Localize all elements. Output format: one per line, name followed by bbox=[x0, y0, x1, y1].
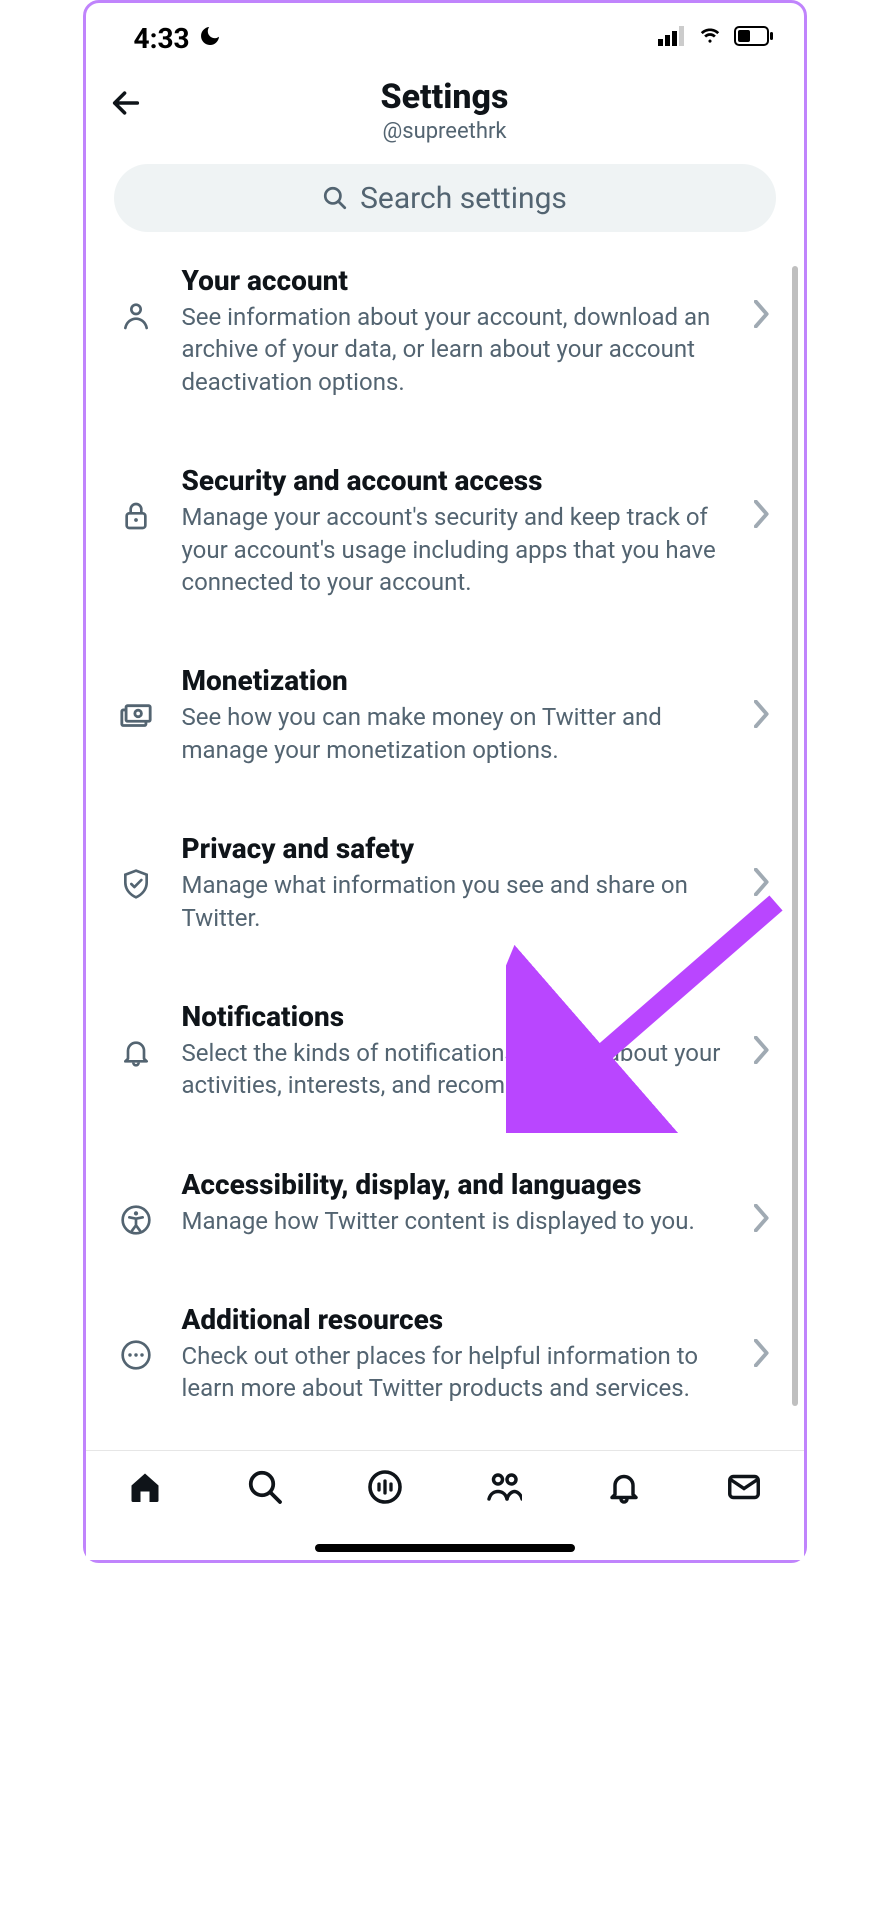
chevron-right-icon bbox=[754, 264, 776, 328]
settings-item-security[interactable]: Security and account access Manage your … bbox=[86, 448, 804, 648]
item-desc: Manage your account's security and keep … bbox=[182, 501, 730, 598]
tab-spaces[interactable] bbox=[363, 1465, 407, 1509]
scroll-indicator[interactable] bbox=[792, 266, 798, 1406]
back-button[interactable] bbox=[106, 83, 146, 123]
header: Settings @supreethrk bbox=[86, 67, 804, 158]
settings-item-your-account[interactable]: Your account See information about your … bbox=[86, 248, 804, 448]
ellipsis-circle-icon bbox=[114, 1303, 158, 1371]
settings-item-notifications[interactable]: Notifications Select the kinds of notifi… bbox=[86, 984, 804, 1152]
item-title: Additional resources bbox=[182, 1303, 730, 1336]
wifi-icon bbox=[696, 26, 724, 50]
search-input[interactable]: Search settings bbox=[114, 164, 776, 232]
chevron-right-icon bbox=[754, 464, 776, 528]
arrow-left-icon bbox=[109, 86, 143, 120]
settings-item-privacy[interactable]: Privacy and safety Manage what informati… bbox=[86, 816, 804, 984]
tab-search[interactable] bbox=[243, 1465, 287, 1509]
chevron-right-icon bbox=[754, 1000, 776, 1064]
search-icon bbox=[322, 185, 348, 211]
cellular-icon bbox=[658, 26, 686, 50]
tab-communities[interactable] bbox=[482, 1465, 526, 1509]
item-title: Monetization bbox=[182, 664, 730, 697]
home-icon bbox=[127, 1469, 163, 1505]
tab-bar bbox=[86, 1450, 804, 1560]
settings-item-accessibility[interactable]: Accessibility, display, and languages Ma… bbox=[86, 1152, 804, 1287]
chevron-right-icon bbox=[754, 832, 776, 896]
chevron-right-icon bbox=[754, 1168, 776, 1232]
chevron-right-icon bbox=[754, 1303, 776, 1367]
item-title: Notifications bbox=[182, 1000, 730, 1033]
page-username: @supreethrk bbox=[106, 119, 784, 144]
settings-list: Your account See information about your … bbox=[86, 248, 804, 1441]
item-desc: Select the kinds of notifications you ge… bbox=[182, 1037, 730, 1102]
shield-icon bbox=[114, 832, 158, 900]
moon-icon bbox=[198, 22, 222, 55]
bell-icon bbox=[114, 1000, 158, 1068]
settings-item-monetization[interactable]: Monetization See how you can make money … bbox=[86, 648, 804, 816]
accessibility-icon bbox=[114, 1168, 158, 1236]
item-title: Your account bbox=[182, 264, 730, 297]
item-title: Privacy and safety bbox=[182, 832, 730, 865]
envelope-icon bbox=[726, 1469, 762, 1505]
money-icon bbox=[114, 664, 158, 734]
item-desc: Manage how Twitter content is displayed … bbox=[182, 1205, 730, 1237]
tab-notifications[interactable] bbox=[602, 1465, 646, 1509]
mic-icon bbox=[367, 1469, 403, 1505]
item-desc: Manage what information you see and shar… bbox=[182, 869, 730, 934]
chevron-right-icon bbox=[754, 664, 776, 728]
tab-messages[interactable] bbox=[722, 1465, 766, 1509]
status-time-wrap: 4:33 bbox=[134, 22, 222, 55]
home-indicator bbox=[315, 1544, 575, 1552]
search-wrap: Search settings bbox=[86, 158, 804, 248]
settings-item-resources[interactable]: Additional resources Check out other pla… bbox=[86, 1287, 804, 1441]
search-placeholder: Search settings bbox=[360, 181, 567, 216]
item-title: Security and account access bbox=[182, 464, 730, 497]
status-bar: 4:33 bbox=[86, 3, 804, 67]
people-icon bbox=[486, 1469, 522, 1505]
status-time: 4:33 bbox=[134, 22, 190, 55]
status-icons bbox=[658, 26, 774, 50]
battery-icon bbox=[734, 26, 774, 50]
person-icon bbox=[114, 264, 158, 332]
item-desc: Check out other places for helpful infor… bbox=[182, 1340, 730, 1405]
page-title: Settings bbox=[106, 77, 784, 117]
bell-icon bbox=[606, 1469, 642, 1505]
item-desc: See how you can make money on Twitter an… bbox=[182, 701, 730, 766]
lock-icon bbox=[114, 464, 158, 532]
item-title: Accessibility, display, and languages bbox=[182, 1168, 730, 1201]
item-desc: See information about your account, down… bbox=[182, 301, 730, 398]
search-icon bbox=[247, 1469, 283, 1505]
tab-home[interactable] bbox=[123, 1465, 167, 1509]
